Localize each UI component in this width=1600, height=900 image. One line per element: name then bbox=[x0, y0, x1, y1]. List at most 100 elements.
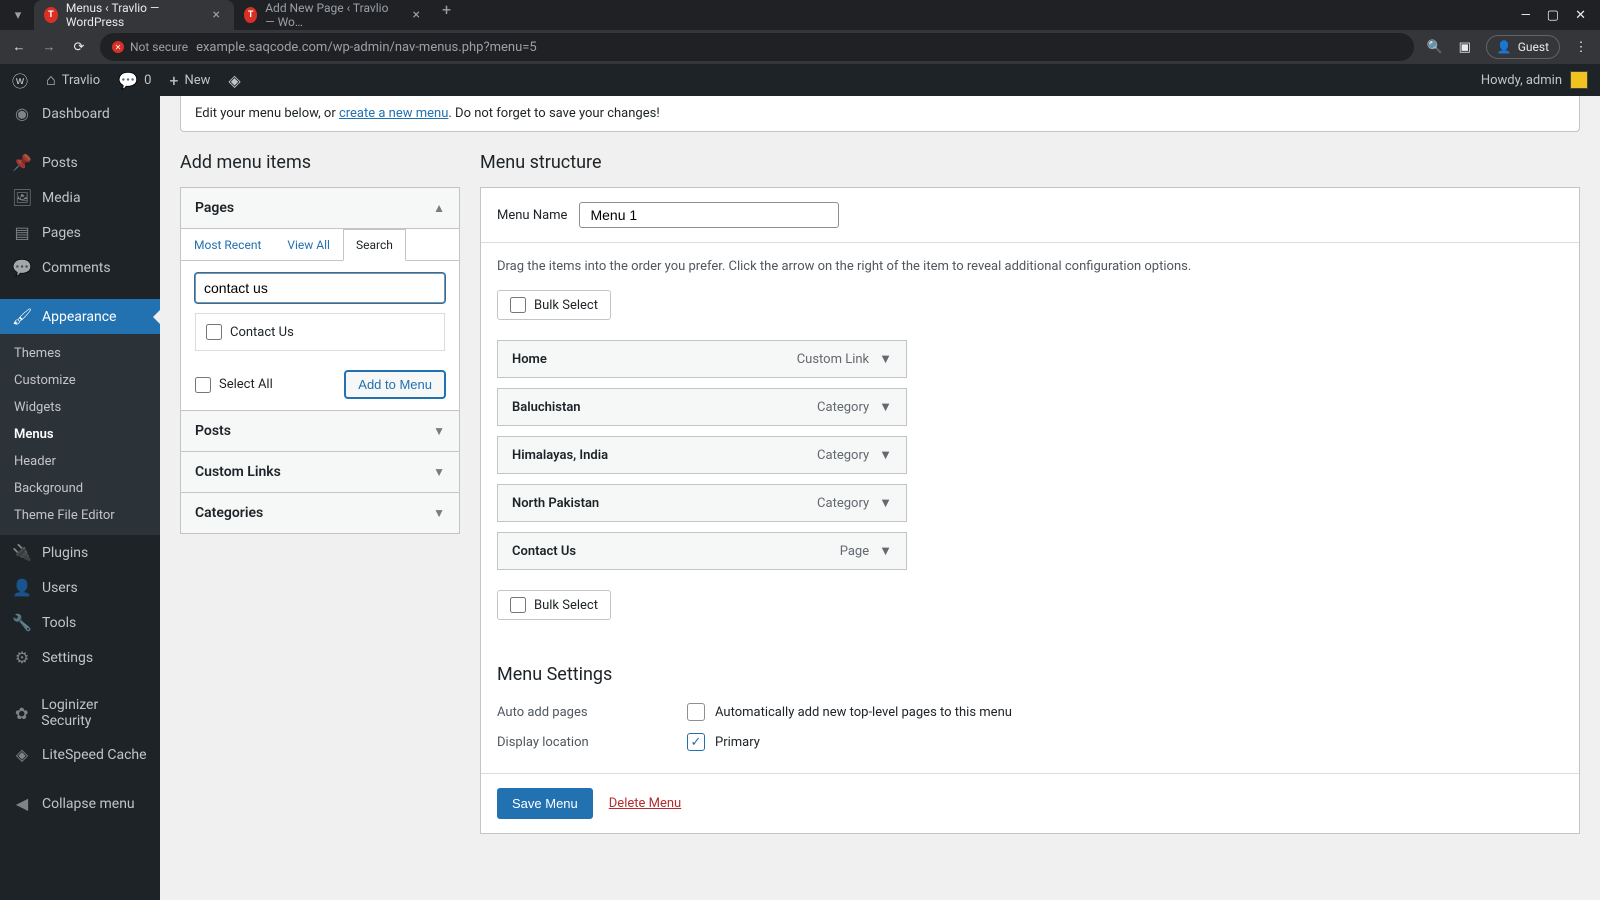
bulk-checkbox[interactable] bbox=[510, 297, 526, 313]
sidebar-item-appearance[interactable]: 🖌Appearance bbox=[0, 299, 160, 334]
search-result-row[interactable]: Contact Us bbox=[206, 324, 434, 340]
reload-icon[interactable]: ⟳ bbox=[70, 40, 88, 55]
sidebar-item-tools[interactable]: 🔧Tools bbox=[0, 605, 160, 640]
postbox-pages: Pages ▲ Most Recent View All Search bbox=[180, 187, 460, 411]
submenu-header[interactable]: Header bbox=[0, 448, 160, 475]
sidebar-item-label: Loginizer Security bbox=[41, 697, 148, 729]
postbox-categories: Categories ▼ bbox=[180, 493, 460, 534]
sidebar-collapse[interactable]: ◀Collapse menu bbox=[0, 786, 160, 821]
submenu-theme-file-editor[interactable]: Theme File Editor bbox=[0, 502, 160, 529]
address-bar[interactable]: ✕ Not secure example.saqcode.com/wp-admi… bbox=[100, 33, 1414, 61]
wp-admin-bar: ⓦ ⌂Travlio 💬0 +New ◈ Howdy, admin bbox=[0, 64, 1600, 96]
tab-most-recent[interactable]: Most Recent bbox=[181, 229, 274, 260]
chevron-down-icon[interactable]: ▼ bbox=[879, 543, 892, 559]
new-content-link[interactable]: +New bbox=[169, 71, 210, 90]
menu-icon[interactable]: ⋮ bbox=[1572, 40, 1590, 55]
postbox-custom-header[interactable]: Custom Links ▼ bbox=[181, 452, 459, 492]
sidebar-item-comments[interactable]: 💬Comments bbox=[0, 250, 160, 285]
sidebar-item-loginizer[interactable]: ✿ Loginizer Security bbox=[0, 689, 160, 737]
menu-item-himalayas[interactable]: Himalayas, India Category ▼ bbox=[497, 436, 907, 474]
sidebar-item-media[interactable]: 🖼Media bbox=[0, 180, 160, 215]
primary-location-text: Primary bbox=[715, 735, 760, 750]
tab-search-icon[interactable]: ▾ bbox=[8, 5, 28, 25]
bulk-label: Bulk Select bbox=[534, 298, 598, 313]
sidebar-item-posts[interactable]: 📌Posts bbox=[0, 145, 160, 180]
chevron-down-icon[interactable]: ▼ bbox=[879, 351, 892, 367]
submenu-background[interactable]: Background bbox=[0, 475, 160, 502]
postbox-posts-header[interactable]: Posts ▼ bbox=[181, 411, 459, 451]
create-menu-link[interactable]: create a new menu bbox=[339, 106, 448, 121]
shield-icon: ✿ bbox=[12, 704, 31, 723]
menu-item-north-pakistan[interactable]: North Pakistan Category▼ bbox=[497, 484, 907, 522]
select-all-checkbox[interactable] bbox=[195, 377, 211, 393]
submenu-menus[interactable]: Menus bbox=[0, 421, 160, 448]
bulk-checkbox[interactable] bbox=[510, 597, 526, 613]
zoom-icon[interactable]: 🔍 bbox=[1426, 40, 1444, 55]
auto-add-text: Automatically add new top-level pages to… bbox=[715, 705, 1012, 720]
result-label: Contact Us bbox=[230, 325, 294, 340]
sidebar-item-litespeed[interactable]: ◈LiteSpeed Cache bbox=[0, 737, 160, 772]
menu-item-home[interactable]: Home Custom Link▼ bbox=[497, 340, 907, 378]
close-icon[interactable]: × bbox=[409, 7, 424, 23]
menu-item-title: Baluchistan bbox=[512, 400, 581, 415]
sidebar-item-label: Posts bbox=[42, 155, 78, 171]
minimize-icon[interactable]: — bbox=[1521, 8, 1531, 23]
close-window-icon[interactable]: ✕ bbox=[1575, 8, 1586, 23]
result-checkbox[interactable] bbox=[206, 324, 222, 340]
sidebar-item-settings[interactable]: ⚙Settings bbox=[0, 640, 160, 675]
browser-tab-inactive[interactable]: T Add New Page ‹ Travlio — Wo… × bbox=[234, 0, 434, 30]
sidebar-item-users[interactable]: 👤Users bbox=[0, 570, 160, 605]
sidebar-item-pages[interactable]: ▤Pages bbox=[0, 215, 160, 250]
add-to-menu-button[interactable]: Add to Menu bbox=[345, 371, 445, 398]
save-menu-button[interactable]: Save Menu bbox=[497, 788, 593, 819]
close-icon[interactable]: × bbox=[209, 7, 224, 23]
sidebar-item-plugins[interactable]: 🔌Plugins bbox=[0, 535, 160, 570]
menu-item-type: Page bbox=[840, 544, 869, 559]
bulk-select-top[interactable]: Bulk Select bbox=[497, 290, 611, 320]
menu-items-list: Home Custom Link▼ Baluchistan Category▼ … bbox=[497, 340, 907, 570]
chevron-down-icon[interactable]: ▼ bbox=[879, 495, 892, 511]
menu-item-contact-us[interactable]: Contact Us Page▼ bbox=[497, 532, 907, 570]
select-all-row[interactable]: Select All bbox=[195, 377, 273, 393]
primary-location-checkbox[interactable]: ✓ bbox=[687, 733, 705, 751]
delete-menu-link[interactable]: Delete Menu bbox=[609, 796, 681, 811]
add-items-heading: Add menu items bbox=[180, 152, 460, 173]
postbox-pages-header[interactable]: Pages ▲ bbox=[181, 188, 459, 229]
maximize-icon[interactable]: ▢ bbox=[1547, 8, 1559, 23]
menu-item-title: Himalayas, India bbox=[512, 448, 608, 463]
submenu-themes[interactable]: Themes bbox=[0, 340, 160, 367]
howdy-account[interactable]: Howdy, admin bbox=[1481, 71, 1588, 89]
sidebar-item-dashboard[interactable]: ◉Dashboard bbox=[0, 96, 160, 131]
forward-icon[interactable]: → bbox=[40, 39, 58, 55]
guest-profile-button[interactable]: 👤 Guest bbox=[1486, 35, 1560, 59]
menu-item-type: Category bbox=[817, 448, 869, 463]
media-icon: 🖼 bbox=[12, 188, 32, 207]
admin-content: Edit your menu below, or create a new me… bbox=[160, 96, 1600, 900]
browser-tab-active[interactable]: T Menus ‹ Travlio — WordPress × bbox=[34, 0, 234, 30]
postbox-categories-header[interactable]: Categories ▼ bbox=[181, 493, 459, 533]
avatar-icon bbox=[1570, 71, 1588, 89]
browser-toolbar: ← → ⟳ ✕ Not secure example.saqcode.com/w… bbox=[0, 30, 1600, 64]
wp-logo[interactable]: ⓦ bbox=[12, 68, 28, 92]
gear-icon: ⚙ bbox=[12, 648, 32, 667]
tab-search[interactable]: Search bbox=[343, 229, 406, 261]
comments-link[interactable]: 💬0 bbox=[118, 71, 151, 90]
tab-view-all[interactable]: View All bbox=[274, 229, 343, 260]
postbox-custom-links: Custom Links ▼ bbox=[180, 452, 460, 493]
back-icon[interactable]: ← bbox=[10, 39, 28, 55]
site-link[interactable]: ⌂Travlio bbox=[46, 70, 100, 90]
menu-edit-panel: Menu Name Drag the items into the order … bbox=[480, 187, 1580, 834]
litespeed-icon[interactable]: ◈ bbox=[228, 71, 240, 90]
menu-item-baluchistan[interactable]: Baluchistan Category▼ bbox=[497, 388, 907, 426]
chevron-down-icon[interactable]: ▼ bbox=[879, 447, 892, 463]
chevron-down-icon[interactable]: ▼ bbox=[879, 399, 892, 415]
panel-icon[interactable]: ▣ bbox=[1456, 40, 1474, 55]
menu-name-input[interactable] bbox=[579, 202, 839, 228]
new-tab-button[interactable]: + bbox=[434, 0, 459, 30]
submenu-widgets[interactable]: Widgets bbox=[0, 394, 160, 421]
submenu-customize[interactable]: Customize bbox=[0, 367, 160, 394]
comment-icon: 💬 bbox=[12, 258, 32, 277]
bulk-select-bottom[interactable]: Bulk Select bbox=[497, 590, 611, 620]
pages-search-input[interactable] bbox=[195, 273, 445, 303]
auto-add-checkbox[interactable] bbox=[687, 703, 705, 721]
